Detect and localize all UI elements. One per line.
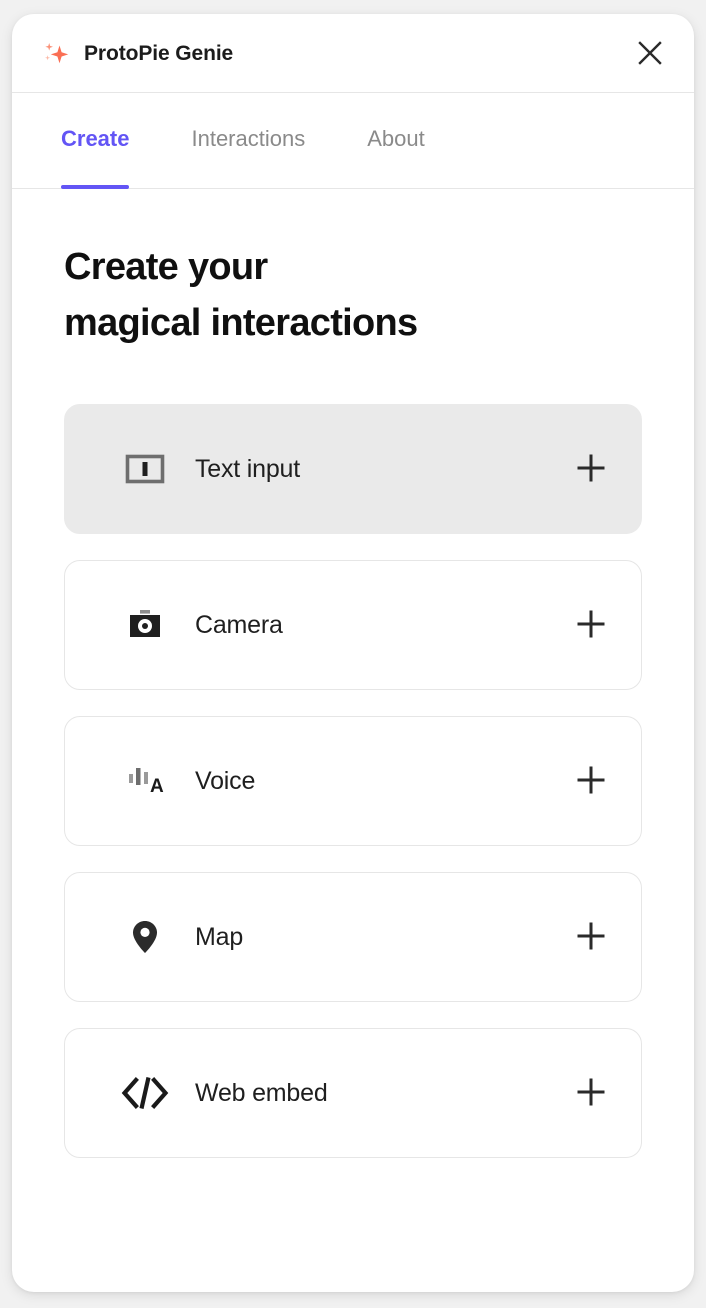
web-embed-icon (117, 1071, 173, 1115)
interaction-card-list: Text input Camera A Voice Map Web embed (64, 404, 642, 1158)
page-title-line-1: Create your (64, 246, 268, 288)
plus-icon (574, 919, 608, 956)
plus-icon (574, 451, 608, 488)
window-titlebar: ProtoPie Genie (12, 14, 694, 93)
card-web-embed-label: Web embed (195, 1078, 328, 1107)
tab-about[interactable]: About (367, 93, 425, 189)
plus-icon (574, 763, 608, 800)
add-text-input-button[interactable] (571, 449, 611, 489)
add-web-embed-button[interactable] (571, 1073, 611, 1113)
close-button[interactable] (632, 36, 668, 72)
protopie-genie-window: ProtoPie Genie Create Interactions About… (12, 14, 694, 1292)
sparkle-icon (40, 39, 70, 69)
page-title-line-2: magical interactions (64, 302, 418, 344)
brand: ProtoPie Genie (40, 14, 233, 93)
tab-interactions[interactable]: Interactions (191, 93, 305, 189)
add-map-button[interactable] (571, 917, 611, 957)
tab-about-label: About (367, 126, 425, 151)
tab-create-label: Create (61, 126, 130, 151)
map-pin-icon (117, 915, 173, 959)
card-voice[interactable]: A Voice (64, 716, 642, 846)
plus-icon (574, 1075, 608, 1112)
card-camera[interactable]: Camera (64, 560, 642, 690)
text-input-icon (117, 447, 173, 491)
tab-create[interactable]: Create (61, 93, 130, 189)
add-camera-button[interactable] (571, 605, 611, 645)
card-map-label: Map (195, 922, 244, 951)
tab-interactions-label: Interactions (191, 126, 306, 151)
card-text-input-label: Text input (195, 454, 301, 483)
close-icon (635, 38, 665, 71)
page-title: Create your magical interactions (64, 189, 642, 351)
voice-icon: A (117, 759, 173, 803)
card-map[interactable]: Map (64, 872, 642, 1002)
card-web-embed[interactable]: Web embed (64, 1028, 642, 1158)
card-text-input[interactable]: Text input (64, 404, 642, 534)
card-camera-label: Camera (195, 610, 283, 639)
card-voice-label: Voice (195, 766, 256, 795)
create-panel: Create your magical interactions Text in… (12, 189, 694, 1158)
svg-text:A: A (150, 776, 164, 797)
add-voice-button[interactable] (571, 761, 611, 801)
tab-bar: Create Interactions About (12, 93, 694, 189)
plus-icon (574, 607, 608, 644)
camera-icon (117, 603, 173, 647)
window-title: ProtoPie Genie (84, 41, 234, 65)
